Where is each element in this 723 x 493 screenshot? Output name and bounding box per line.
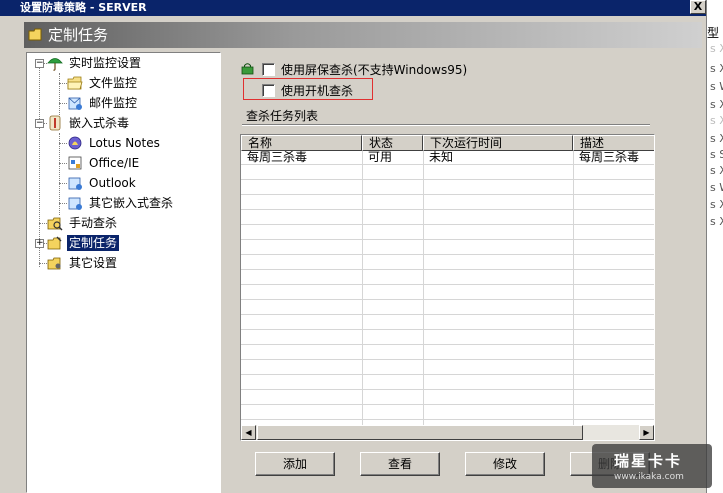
tree-item-other-settings[interactable]: 其它设置 (47, 254, 119, 272)
tree-item-outlook[interactable]: Outlook (67, 174, 138, 192)
tree-item-label: 定制任务 (67, 235, 120, 251)
column-header-status[interactable]: 状态 (362, 135, 423, 151)
tree-item-label: 邮件监控 (89, 96, 138, 110)
background-cell: s X (710, 198, 723, 211)
tree-item-label: 实时监控设置 (69, 56, 142, 70)
background-cell: s X (710, 164, 723, 177)
lotus-icon (68, 136, 82, 150)
startup-scan-option[interactable]: 使用开机查杀 (262, 82, 353, 98)
tree-item-label: 其它设置 (69, 256, 118, 270)
page-title: 定制任务 (48, 26, 109, 44)
embedded-scan-icon (49, 115, 61, 131)
screensaver-scan-option[interactable]: 使用屏保查杀(不支持Windows95) (262, 61, 467, 77)
background-cell: s X (710, 215, 723, 228)
tree-item-label: 嵌入式杀毒 (69, 116, 130, 130)
modify-button[interactable]: 修改 (465, 452, 545, 476)
window-title: 设置防毒策略 - SERVER (0, 0, 710, 16)
background-cell: s W (710, 80, 723, 93)
tree-item-office-ie[interactable]: Office/IE (67, 154, 141, 172)
watermark-title: 瑞星卡卡 (614, 452, 683, 470)
background-cell: s X (710, 114, 723, 127)
collapse-realtime-toggle[interactable]: − (35, 59, 44, 68)
umbrella-icon (47, 58, 63, 71)
column-header-description[interactable]: 描述 (573, 135, 654, 151)
watermark: 瑞星卡卡 www.ikaka.com (592, 444, 712, 488)
tree-item-label: 文件监控 (89, 76, 138, 90)
folder-icon (28, 28, 42, 41)
page-banner: 定制任务 (24, 22, 702, 48)
tree-item-file-monitor[interactable]: 文件监控 (67, 74, 139, 92)
tree-item-label: 其它嵌入式查杀 (89, 196, 174, 210)
scroll-left-button[interactable]: ◀ (241, 425, 256, 440)
folder-icon (67, 76, 83, 90)
tree-item-realtime-monitor[interactable]: 实时监控设置 (47, 54, 143, 72)
group-divider (242, 124, 650, 126)
background-cell: s X (710, 62, 723, 75)
tree-item-label: Office/IE (89, 156, 140, 170)
mail-monitor-icon (68, 97, 82, 110)
other-settings-icon (47, 257, 61, 270)
outlook-icon (68, 177, 82, 190)
screensaver-scan-label: 使用屏保查杀(不支持Windows95) (281, 62, 468, 77)
tree-item-label: Lotus Notes (89, 136, 160, 150)
expand-custom-task-toggle[interactable]: + (35, 239, 44, 248)
lock-icon (241, 63, 254, 75)
background-column-header: 型 (707, 26, 720, 40)
screensaver-scan-checkbox[interactable] (262, 62, 275, 76)
tree-item-manual-scan[interactable]: 手动查杀 (47, 214, 119, 232)
background-cell: s W (710, 181, 723, 194)
watermark-url: www.ikaka.com (614, 472, 684, 482)
startup-scan-checkbox[interactable] (262, 83, 275, 97)
other-embedded-icon (68, 197, 82, 210)
tree-item-custom-task[interactable]: 定制任务 (47, 234, 120, 252)
task-list[interactable]: 名称 状态 下次运行时间 描述 每周三杀毒 可用 未知 每周三杀毒 (240, 134, 655, 441)
horizontal-scrollbar[interactable]: ◀ ▶ (241, 425, 654, 440)
close-button[interactable]: X (690, 0, 706, 14)
custom-task-icon (47, 236, 62, 250)
tree-item-label: 手动查杀 (69, 216, 118, 230)
scroll-thumb[interactable] (257, 425, 583, 440)
settings-tree[interactable]: − − + 实时监控设置 文件监控 邮件监控 嵌入式杀毒 Lotus Notes… (26, 52, 221, 493)
task-status-cell: 可用 (368, 151, 393, 164)
tree-item-other-embedded[interactable]: 其它嵌入式查杀 (67, 194, 175, 212)
column-header-next-run[interactable]: 下次运行时间 (423, 135, 573, 151)
scroll-right-button[interactable]: ▶ (639, 425, 654, 440)
background-cell: s X (710, 132, 723, 145)
view-button[interactable]: 查看 (360, 452, 440, 476)
task-name-cell: 每周三杀毒 (247, 151, 308, 164)
office-icon (68, 156, 82, 170)
background-window: 型 s X s X s W s X s X s X s S s X s W s … (706, 0, 723, 493)
startup-scan-label: 使用开机查杀 (281, 83, 354, 98)
table-row[interactable]: 每周三杀毒 可用 未知 每周三杀毒 (241, 151, 654, 165)
tree-item-mail-monitor[interactable]: 邮件监控 (67, 94, 139, 112)
collapse-embedded-toggle[interactable]: − (35, 119, 44, 128)
manual-scan-icon (47, 217, 63, 231)
background-cell: s S (710, 148, 723, 161)
background-cell: s X (710, 98, 723, 111)
add-button[interactable]: 添加 (255, 452, 335, 476)
task-list-label: 查杀任务列表 (246, 109, 319, 123)
task-next-run-cell: 未知 (429, 151, 454, 164)
tree-item-label: Outlook (89, 176, 136, 190)
background-cell: s X (710, 42, 723, 55)
tree-item-embedded-scan[interactable]: 嵌入式杀毒 (47, 114, 131, 132)
tree-item-lotus-notes[interactable]: Lotus Notes (67, 134, 162, 152)
column-header-name[interactable]: 名称 (241, 135, 362, 151)
task-description-cell: 每周三杀毒 (579, 151, 640, 164)
